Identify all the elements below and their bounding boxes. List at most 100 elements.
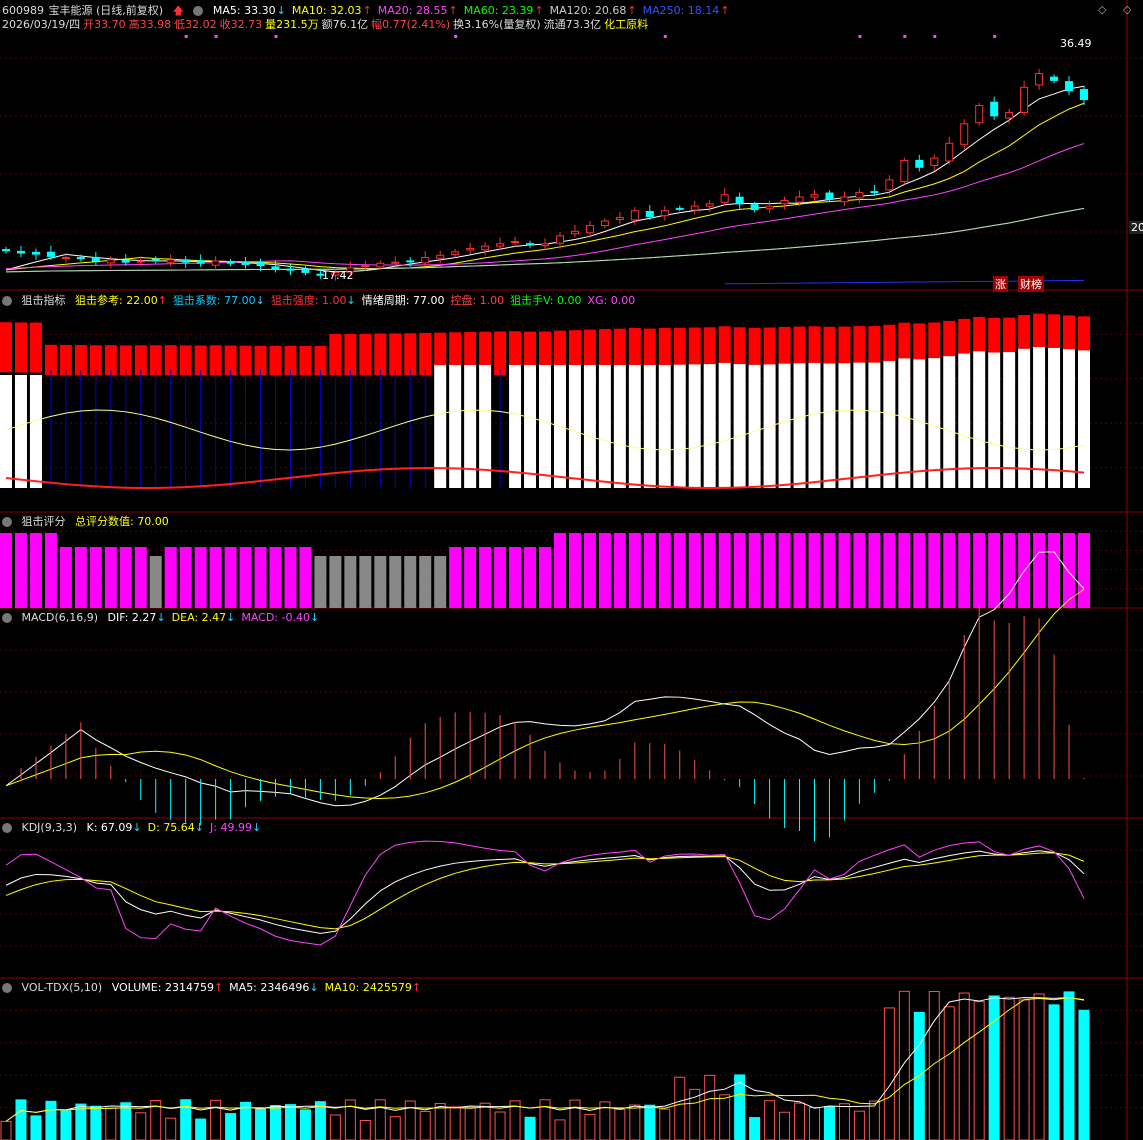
candle-body [466, 247, 475, 251]
volume-bar [1033, 993, 1045, 1140]
indicator-value: K: 67.09 [86, 821, 133, 834]
sniper-title: 狙击指标 [21, 294, 66, 307]
indicator-value: 情绪周期: 77.00 [361, 294, 445, 307]
score-bar [943, 533, 956, 608]
candle-body [361, 265, 370, 268]
sniper-red-bar [838, 326, 851, 364]
sniper-red-bar [688, 327, 701, 365]
score-bar [104, 547, 117, 608]
sniper-white-bar [748, 364, 761, 488]
arrow-down-icon: ↓ [251, 821, 262, 834]
candle-body [121, 259, 130, 263]
quote-info-item: 低32.02 [174, 18, 217, 31]
score-bar [209, 547, 222, 608]
macd-panel-header: MACD(6,16,9) DIF: 2.27↓ DEA: 2.47↓ MACD: -… [2, 610, 331, 626]
score-bar [868, 533, 881, 608]
sniper-red-bar [344, 334, 357, 375]
panel-menu-icon[interactable] [2, 517, 12, 527]
indicator-value: 总评分数值: 70.00 [75, 515, 169, 528]
score-bar [553, 533, 566, 608]
score-bar [823, 533, 836, 608]
volume-bar [674, 1076, 686, 1140]
candle-body [181, 259, 190, 263]
volume-bar [1018, 999, 1030, 1140]
volume-bar [809, 1107, 820, 1140]
diamond-icon[interactable]: ◇ [1096, 3, 1108, 16]
volume-bar [644, 1104, 656, 1140]
panel-menu-icon[interactable] [2, 823, 12, 833]
sniper-red-bar [598, 329, 611, 365]
score-bar [374, 556, 387, 608]
sniper-white-bar [598, 365, 611, 488]
quote-info-item: 换3.16%(量复权) [453, 18, 541, 31]
volume-bar [210, 1099, 222, 1140]
diamond-icon-2[interactable]: ◇ [1121, 3, 1133, 16]
kdj-title: KDJ(9,3,3) [21, 821, 78, 834]
volume-bar [105, 1107, 117, 1140]
period-mode[interactable]: (日线,前复权) [96, 4, 163, 17]
candle-body [630, 210, 639, 221]
signal-dot [214, 35, 218, 38]
sniper-white-bar [703, 364, 716, 488]
sniper-red-bar [913, 323, 926, 360]
score-bar [29, 533, 42, 608]
sniper-red-bar [793, 326, 806, 364]
candle-body [555, 235, 564, 244]
sniper-red-bar [628, 328, 641, 365]
high-price-label: 36.49 [1060, 37, 1092, 50]
volume-bar [45, 1100, 57, 1140]
sniper-white-bar [913, 359, 926, 488]
score-bar [1078, 533, 1090, 608]
finance-list-tag[interactable]: 财榜 [1018, 276, 1044, 292]
volume-bar [449, 1106, 461, 1140]
candle-body [406, 260, 415, 263]
limit-up-tag[interactable]: 涨 [993, 276, 1008, 292]
candle-body [585, 225, 594, 234]
sniper-red-bar [1078, 316, 1090, 351]
score-bar [718, 533, 731, 608]
volume-bar [464, 1106, 476, 1140]
sniper-white-bar [539, 365, 551, 488]
volume-bar [719, 1094, 731, 1140]
sniper-white-bar [658, 365, 671, 488]
volume-bar [1063, 991, 1075, 1140]
sniper-white-bar [0, 375, 12, 488]
score-bar [658, 533, 671, 608]
macd-values: DIF: 2.27↓ DEA: 2.47↓ MACD: -0.40↓ [108, 611, 326, 624]
sniper-red-bar [703, 327, 716, 365]
settings-circle-icon[interactable] [193, 6, 204, 16]
score-values: 总评分数值: 70.00 [75, 515, 175, 528]
sniper-red-bar [0, 322, 12, 373]
kdj-k-line [5, 850, 1085, 934]
sniper-white-bar [673, 364, 686, 488]
sniper-red-bar [29, 322, 42, 373]
candle-body [61, 257, 70, 260]
stock-code: 600989 [2, 4, 44, 17]
candle-body [511, 241, 520, 244]
score-bar [509, 547, 522, 608]
candle-body [645, 211, 654, 217]
panel-menu-icon[interactable] [2, 613, 12, 623]
score-bar [494, 547, 507, 608]
score-bar [59, 547, 72, 608]
score-bar [314, 556, 327, 608]
sniper-white-bar [883, 360, 896, 488]
sniper-red-bar [1048, 314, 1061, 348]
stock-name[interactable]: 宝丰能源 [49, 4, 93, 17]
candle-body [660, 210, 669, 217]
vol-title: VOL-TDX(5,10) [21, 981, 103, 994]
sniper-red-bar [434, 332, 447, 365]
candle-body [271, 266, 280, 270]
score-bar [134, 547, 147, 608]
low-price-label: 17.42 [322, 269, 354, 282]
panel-menu-icon[interactable] [2, 983, 12, 993]
score-bar [793, 533, 806, 608]
candle-body [675, 207, 684, 210]
quote-info-item: 开33.70 [83, 18, 126, 31]
candle-body [301, 268, 310, 273]
score-bar [404, 556, 417, 608]
panel-menu-icon[interactable] [2, 296, 12, 306]
volume-bar [299, 1109, 311, 1140]
indicator-value: DIF: 2.27 [107, 611, 157, 624]
volume-bar [404, 1100, 416, 1140]
